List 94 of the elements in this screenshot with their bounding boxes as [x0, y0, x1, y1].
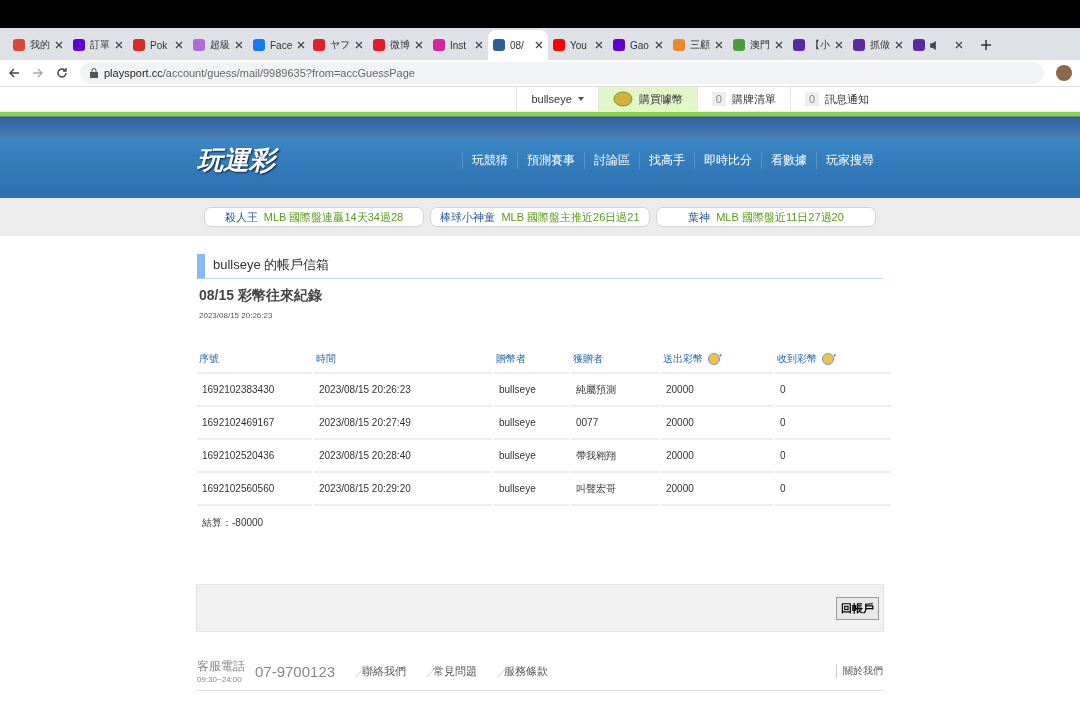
section-title: bullseye 的帳戶信箱 [197, 254, 883, 279]
back-to-account-button[interactable]: 回帳戶 [836, 596, 879, 620]
nav-link[interactable]: 即時比分 [694, 151, 761, 169]
nav-link[interactable]: 預測賽事 [517, 151, 584, 169]
close-icon[interactable] [655, 41, 663, 49]
column-header: 收到彩幣 [775, 346, 891, 374]
browser-tab[interactable]: 超級 [188, 30, 248, 60]
table-cell: 1692102560560 [197, 473, 312, 506]
table-cell: bullseye [494, 440, 569, 473]
table-cell: 0077 [571, 407, 659, 440]
close-icon[interactable] [595, 41, 603, 49]
service-hours: 09:30~24:00 [197, 675, 243, 684]
column-header: 贈幣者 [494, 346, 569, 374]
table-cell: 0 [775, 374, 891, 407]
table-cell: 0 [775, 473, 891, 506]
browser-tab[interactable]: 【小 [788, 30, 848, 60]
footer-link[interactable]: 聯絡我們 [362, 663, 407, 679]
browser-tab[interactable]: 澳門 [728, 30, 788, 60]
table-cell: 0 [775, 440, 891, 473]
browser-tab[interactable]: 三顧 [668, 30, 728, 60]
nav-link[interactable]: 找高手 [639, 151, 694, 169]
avatar-icon[interactable] [1056, 65, 1072, 81]
nav-link[interactable]: 玩家搜尋 [816, 151, 883, 169]
table-cell: 20000 [661, 407, 773, 440]
table-cell: 20000 [661, 374, 773, 407]
browser-tab[interactable]: 我的 [8, 30, 68, 60]
table-cell: 1692102383430 [197, 374, 312, 407]
close-icon[interactable] [775, 41, 783, 49]
ranking-link[interactable]: 棒球小神童 MLB 國際盤主推近26日過21 [430, 207, 650, 227]
table-cell: 帶我翱翔 [571, 440, 659, 473]
table-cell: 2023/08/15 20:29:20 [314, 473, 492, 506]
close-icon[interactable] [955, 41, 963, 49]
browser-tab[interactable]: ヤフ [308, 30, 368, 60]
mail-date: 2023/08/15 20:26:23 [199, 311, 274, 320]
table-cell: 20000 [661, 440, 773, 473]
footer-link[interactable]: 常見問題 [433, 663, 478, 679]
close-icon[interactable] [895, 41, 903, 49]
nav-link[interactable]: 討論區 [584, 151, 639, 169]
table-cell: 1692102520436 [197, 440, 312, 473]
column-header: 獲贈者 [571, 346, 659, 374]
service-phone-label: 客服電話 [197, 658, 245, 675]
caret-icon [577, 97, 584, 101]
browser-tab[interactable]: 08/ [488, 30, 548, 60]
table-cell: 純屬預測 [571, 374, 659, 407]
new-tab-icon[interactable] [980, 39, 992, 51]
back-icon[interactable] [8, 67, 20, 79]
close-icon[interactable] [355, 41, 363, 49]
browser-tab[interactable]: Pok [128, 30, 188, 60]
phone-number: 07-9700123 [255, 662, 336, 680]
address-bar[interactable]: playsport.cc/account/guess/mail/9989635?from=accGuessPage [80, 62, 1044, 84]
column-header: 時間 [314, 346, 492, 374]
close-icon[interactable] [175, 41, 183, 49]
browser-tab[interactable]: Gao [608, 30, 668, 60]
browser-tab[interactable]: 抓做 [848, 30, 908, 60]
reload-icon[interactable] [56, 67, 68, 79]
buy-coins-link[interactable]: 購買噱幣 [597, 87, 697, 111]
speaker-icon [930, 40, 936, 50]
close-icon[interactable] [475, 41, 483, 49]
column-header: 送出彩幣 [661, 346, 773, 374]
close-icon[interactable] [235, 41, 243, 49]
nav-link[interactable]: 看數據 [761, 151, 816, 169]
close-icon[interactable] [297, 41, 306, 49]
ranking-link[interactable]: 殺人王 MLB 國際盤連贏14天34過28 [204, 207, 424, 227]
table-cell: 20000 [661, 473, 773, 506]
total-text: 結算：-80000 [202, 516, 265, 530]
close-icon[interactable] [115, 41, 123, 49]
table-cell: bullseye [494, 407, 569, 440]
browser-tab[interactable]: Face [248, 30, 308, 60]
table-cell: bullseye [494, 473, 569, 506]
coin-icon [612, 91, 633, 107]
close-icon[interactable] [715, 41, 723, 49]
column-header: 序號 [197, 346, 312, 374]
footer-link[interactable]: 服務條款 [504, 663, 549, 679]
browser-tab[interactable]: Inst [428, 30, 488, 60]
mail-title: 08/15 彩幣往來紀錄 [199, 287, 323, 305]
close-icon[interactable] [415, 41, 423, 49]
close-icon[interactable] [535, 41, 543, 49]
ranking-link[interactable]: 葉神 MLB 國際盤近11日27過20 [656, 207, 876, 227]
browser-tab[interactable]: 訂單 [68, 30, 128, 60]
site-logo[interactable]: 玩運彩 [197, 142, 462, 178]
browser-tab[interactable]: You [548, 30, 608, 60]
close-icon[interactable] [55, 41, 63, 49]
table-cell: 2023/08/15 20:28:40 [314, 440, 492, 473]
about-link[interactable]: 關於我們 [836, 664, 883, 678]
table-cell: 0 [775, 407, 891, 440]
table-cell: 2023/08/15 20:26:23 [314, 374, 492, 407]
table-cell: 2023/08/15 20:27:49 [314, 407, 492, 440]
table-cell: 1692102469167 [197, 407, 312, 440]
browser-tab[interactable]: 微博 [368, 30, 428, 60]
lock-icon [90, 68, 98, 78]
table-cell: 叫聲宏哥 [571, 473, 659, 506]
nav-link[interactable]: 玩競猜 [462, 151, 517, 169]
close-icon[interactable] [835, 41, 843, 49]
table-cell: bullseye [494, 374, 569, 407]
